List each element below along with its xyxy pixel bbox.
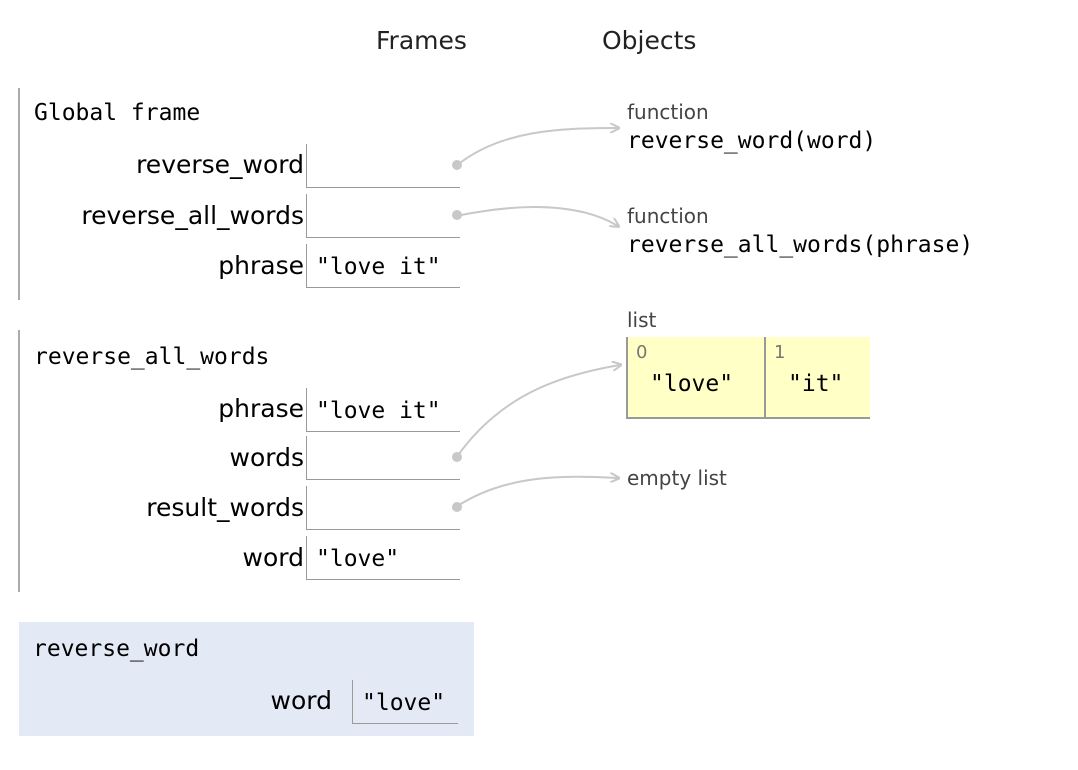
arrow-reverse-word [455,128,618,167]
pointer-arrows [455,0,1078,508]
arrow-result-words [455,477,618,508]
arrow-words [455,365,620,459]
arrow-reverse-all-words [455,206,618,226]
visualizer-canvas: Frames Objects Global frame reverse_word… [0,0,1078,770]
